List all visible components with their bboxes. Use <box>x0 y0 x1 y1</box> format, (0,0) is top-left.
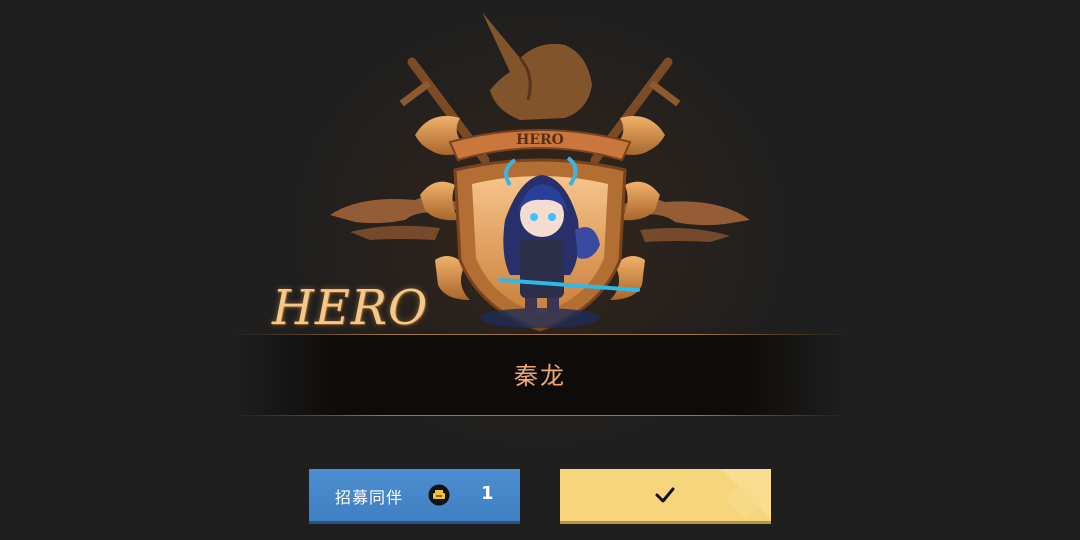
confirm-button[interactable] <box>560 469 771 521</box>
banner-top-divider <box>230 334 850 335</box>
checkmark-icon <box>655 487 675 503</box>
hero-script-title: HERO <box>272 280 429 336</box>
hero-name: 秦龙 <box>514 362 566 390</box>
recruit-button-label: 招募同伴 <box>335 488 404 507</box>
button-corner-pattern <box>721 469 771 519</box>
recruit-companion-button[interactable]: 招募同伴 1 <box>309 469 520 521</box>
banner-bottom-divider <box>230 415 850 416</box>
crest-ribbon-text: HERO <box>516 132 564 148</box>
hero-reveal-screen: HERO HERO 秦龙 招募同伴 1 <box>0 0 1080 540</box>
unicorn-icon <box>482 12 592 120</box>
hero-ribbon: HERO <box>448 129 632 162</box>
recruit-token-icon <box>428 484 450 506</box>
recruit-cost-count: 1 <box>481 483 494 504</box>
hero-name-banner: 秦龙 <box>230 334 850 416</box>
